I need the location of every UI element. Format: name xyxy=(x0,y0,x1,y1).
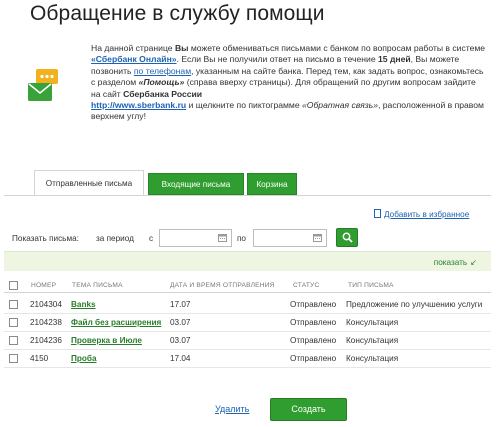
table-row[interactable]: 4150 Проба 17.04 Отправлено Консультация xyxy=(4,350,491,368)
table-header: НОМЕР ТЕМА ПИСЬМА ДАТА И ВРЕМЯ ОТПРАВЛЕН… xyxy=(4,279,491,293)
period-label: за период xyxy=(96,234,134,243)
row-status: Отправлено xyxy=(290,318,337,327)
search-icon xyxy=(342,232,353,243)
row-checkbox[interactable] xyxy=(9,300,18,309)
table-row[interactable]: 2104236 Проверка в Июле 03.07 Отправлено… xyxy=(4,332,491,350)
row-number: 4150 xyxy=(30,354,49,363)
filter-label: Показать письма: xyxy=(12,234,79,243)
column-header: ТИП ПИСЬМА xyxy=(348,282,394,289)
row-date: 17.04 xyxy=(170,354,191,363)
row-checkbox[interactable] xyxy=(9,354,18,363)
column-header: НОМЕР xyxy=(31,282,57,289)
table-row[interactable]: 2104238 Файл без расширения 03.07 Отправ… xyxy=(4,314,491,332)
tab-inbox[interactable]: Входящие письма xyxy=(148,173,244,195)
mail-chat-icon xyxy=(28,69,58,101)
row-status: Отправлено xyxy=(290,336,337,345)
filter-toggle-bar: показать ↙ xyxy=(4,251,491,271)
row-status: Отправлено xyxy=(290,354,337,363)
row-date: 17.07 xyxy=(170,300,191,309)
row-date: 03.07 xyxy=(170,336,191,345)
column-header: СТАТУС xyxy=(293,282,320,289)
column-header: ТЕМА ПИСЬМА xyxy=(72,282,123,289)
create-button[interactable]: Создать xyxy=(270,398,347,421)
show-filter-link[interactable]: показать ↙ xyxy=(434,257,477,267)
date-to-field[interactable] xyxy=(253,229,327,247)
row-subject-link[interactable]: Проба xyxy=(71,354,97,363)
system-name: «Сбербанк Онлайн» xyxy=(91,54,177,65)
date-from-field[interactable] xyxy=(159,229,232,247)
sberbank-url-link[interactable]: http://www.sberbank.ru xyxy=(91,100,186,110)
add-to-favorites-link[interactable]: Добавить в избранное xyxy=(374,209,469,219)
phones-link[interactable]: по телефонам xyxy=(134,66,191,76)
page-title: Обращение в службу помощи xyxy=(30,2,325,25)
search-button[interactable] xyxy=(336,228,358,247)
row-number: 2104304 xyxy=(30,300,62,309)
column-header: ДАТА И ВРЕМЯ ОТПРАВЛЕНИЯ xyxy=(170,282,275,289)
tab-trash[interactable]: Корзина xyxy=(247,173,297,195)
row-subject-link[interactable]: Проверка в Июле xyxy=(71,336,142,345)
arrow-down-left-icon: ↙ xyxy=(470,258,477,267)
row-status: Отправлено xyxy=(290,300,337,309)
from-label: с xyxy=(149,234,154,243)
row-checkbox[interactable] xyxy=(9,318,18,327)
to-label: по xyxy=(237,234,246,243)
row-type: Консультация xyxy=(346,318,399,327)
row-date: 03.07 xyxy=(170,318,191,327)
row-subject-link[interactable]: Banks xyxy=(71,300,96,309)
row-number: 2104236 xyxy=(30,336,62,345)
row-checkbox[interactable] xyxy=(9,336,18,345)
calendar-icon[interactable] xyxy=(218,234,227,242)
tab-divider xyxy=(4,195,491,196)
row-number: 2104238 xyxy=(30,318,62,327)
row-type: Консультация xyxy=(346,336,399,345)
row-type: Предложение по улучшению услуги xyxy=(346,300,483,309)
select-all-checkbox[interactable] xyxy=(9,281,18,290)
table-row[interactable]: 2104304 Banks 17.07 Отправлено Предложен… xyxy=(4,296,491,314)
calendar-icon[interactable] xyxy=(313,234,322,242)
row-type: Консультация xyxy=(346,354,399,363)
row-subject-link[interactable]: Файл без расширения xyxy=(71,318,161,327)
tab-sent[interactable]: Отправленные письма xyxy=(34,170,144,196)
bookmark-icon xyxy=(374,209,381,218)
delete-link[interactable]: Удалить xyxy=(215,404,249,414)
info-text: На данной странице Вы можете обмениватьс… xyxy=(91,43,486,122)
